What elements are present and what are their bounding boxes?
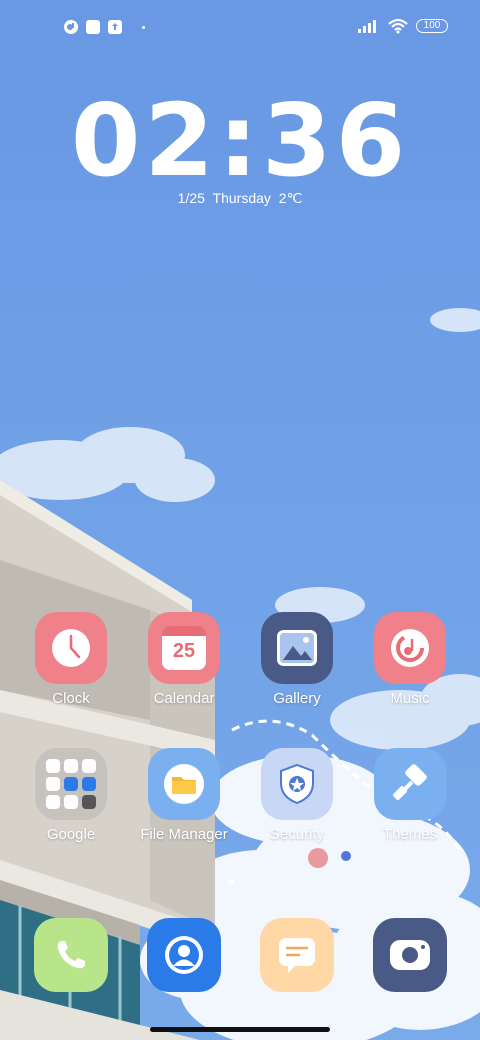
status-bar: 100 (0, 16, 480, 40)
calendar-date-badge: 25 (172, 640, 196, 662)
phone-icon (34, 918, 108, 992)
chat-icon (46, 777, 60, 791)
signal-icon (358, 20, 376, 33)
calendar-page: 25 (162, 626, 206, 670)
dock-messages[interactable] (241, 918, 353, 992)
dock-phone[interactable] (15, 918, 127, 992)
gallery-icon (261, 612, 333, 684)
assistant-icon (82, 795, 96, 809)
brush-icon (374, 748, 446, 820)
dot-icon (142, 25, 145, 29)
app-label: Security (269, 826, 325, 843)
folder-preview (46, 759, 96, 809)
shield-icon (261, 748, 333, 820)
app-calendar[interactable]: 25 Calendar (128, 612, 240, 707)
gesture-nav-bar[interactable] (150, 1027, 330, 1032)
app-label: Google (46, 826, 96, 843)
status-bar-left (64, 20, 145, 34)
upload-icon (108, 20, 122, 34)
camera-icon (373, 918, 447, 992)
google-icon (46, 759, 60, 773)
app-label: Gallery (273, 690, 321, 707)
photos-icon (64, 795, 78, 809)
calendar-icon: 25 (148, 612, 220, 684)
chrome-icon (46, 795, 60, 809)
folder-icon (35, 748, 107, 820)
music-icon (374, 612, 446, 684)
app-themes[interactable]: Themes (354, 748, 466, 843)
dock-camera[interactable] (354, 918, 466, 992)
app-label: Themes (382, 826, 438, 843)
square-icon (86, 20, 100, 34)
contacts-icon (147, 918, 221, 992)
app-file-manager[interactable]: File Manager (128, 748, 240, 843)
notification-app-icon (64, 20, 78, 34)
app-clock[interactable]: Clock (15, 612, 127, 707)
wifi-icon (388, 18, 408, 34)
app-label: Music (390, 690, 430, 707)
clock-icon (35, 612, 107, 684)
folder-manager-icon (148, 748, 220, 820)
app-label: Calendar (153, 690, 215, 707)
app-folder-google[interactable]: Google (15, 748, 127, 843)
app-label: File Manager (140, 826, 228, 843)
clock-widget-date[interactable]: 1/25 Thursday 2℃ (0, 190, 480, 207)
page-indicator-dot (228, 879, 234, 885)
app-label: Clock (52, 690, 90, 707)
message-icon (260, 918, 334, 992)
clock-widget-time[interactable]: 02:36 (0, 82, 480, 199)
app-gallery[interactable]: Gallery (241, 612, 353, 707)
status-bar-right: 100 (358, 18, 448, 34)
gmail-icon (64, 759, 78, 773)
info-icon (82, 777, 96, 791)
dock-contacts[interactable] (128, 918, 240, 992)
battery-icon: 100 (416, 19, 448, 33)
app-security[interactable]: Security (241, 748, 353, 843)
maps-icon (82, 759, 96, 773)
meet-icon (64, 777, 78, 791)
app-music[interactable]: Music (354, 612, 466, 707)
